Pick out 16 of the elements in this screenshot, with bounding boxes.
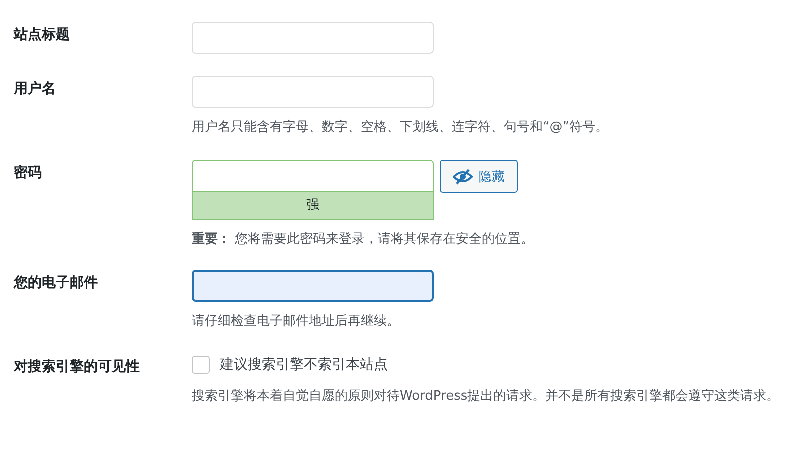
eye-slash-icon — [453, 168, 473, 184]
field-label: 站点标题 — [14, 27, 70, 43]
input-field[interactable] — [192, 270, 434, 302]
help-text: 重要： 您将需要此密码来登录，请将其保存在安全的位置。 — [192, 230, 536, 249]
field-label: 您的电子邮件 — [14, 275, 98, 291]
field-label: 对搜索引擎的可见性 — [14, 359, 140, 375]
checkbox[interactable] — [192, 356, 210, 374]
checkbox-label[interactable]: 建议搜索引擎不索引本站点 — [220, 356, 388, 374]
help-text: 用户名只能含有字母、数字、空格、下划线、连字符、句号和“@”符号。 — [192, 119, 610, 137]
field-label: 密码 — [14, 165, 42, 181]
hide-password-button[interactable]: 隐藏 — [440, 160, 518, 193]
password-strength-meter: 强 — [192, 192, 434, 220]
password-field[interactable] — [192, 160, 434, 192]
field-label: 用户名 — [14, 81, 56, 97]
help-text: 搜索引擎将本着自觉自愿的原则对待WordPress提出的请求。并不是所有搜索引擎都会遵守这类请求。 — [192, 388, 781, 406]
help-text: 请仔细检查电子邮件地址后再继续。 — [192, 313, 401, 331]
